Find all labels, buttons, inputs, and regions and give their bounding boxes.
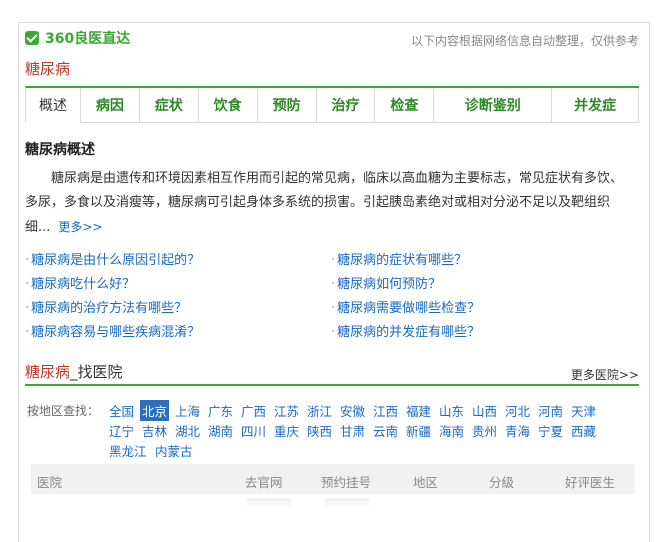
tab-item[interactable]: 检查 [375, 88, 435, 123]
region-link[interactable]: 黑龙江 [107, 440, 149, 461]
region-link[interactable]: 河南 [536, 400, 565, 421]
faq-link[interactable]: 糖尿病的症状有哪些？ [331, 249, 467, 268]
overview-title: 糖尿病概述 [25, 142, 95, 158]
region-link[interactable]: 辽宁 [107, 420, 136, 441]
divider [25, 384, 639, 386]
overview-text: 糖尿病是由遗传和环境因素相互作用而引起的常见病，临床以高血糖为主要标志，常见症状… [25, 167, 633, 240]
disease-card: 360良医直达 以下内容根据网络信息自动整理，仅供参考 糖尿病 概述 病因 症状 饮食… [18, 22, 650, 542]
faq-link[interactable]: 糖尿病的治疗方法有哪些？ [25, 297, 187, 316]
region-link[interactable]: 湖北 [173, 420, 202, 441]
tab-item[interactable]: 并发症 [552, 88, 640, 123]
faq-link[interactable]: 糖尿病的并发症有哪些？ [331, 321, 480, 340]
tab-item[interactable]: 诊断鉴别 [434, 88, 553, 123]
table-column-header: 预约挂号 [321, 475, 372, 490]
region-link[interactable]: 北京 [140, 400, 170, 421]
check-icon [25, 31, 39, 45]
region-link[interactable]: 浙江 [305, 400, 334, 421]
disclaimer-text: 以下内容根据网络信息自动整理，仅供参考 [410, 34, 639, 48]
tab-item[interactable]: 症状 [139, 88, 199, 123]
table-column-header: 分级 [489, 475, 515, 490]
table-column-header: 医院 [37, 475, 63, 490]
region-link[interactable]: 西藏 [569, 420, 598, 441]
region-link[interactable]: 山东 [437, 400, 466, 421]
faq-link[interactable]: 糖尿病容易与哪些疾病混淆？ [25, 321, 200, 340]
region-link[interactable]: 重庆 [272, 420, 301, 441]
region-link[interactable]: 安徽 [338, 400, 367, 421]
faq-link[interactable]: 糖尿病吃什么好？ [25, 273, 135, 292]
brand[interactable]: 360良医直达 [25, 28, 130, 48]
table-column-header: 去官网 [245, 475, 283, 490]
tab-item[interactable]: 概述 [26, 88, 81, 123]
brand-label[interactable]: 360良医直达 [45, 28, 130, 48]
region-link[interactable]: 云南 [371, 420, 400, 441]
tab-bar: 概述 病因 症状 饮食 预防 治疗 检查 诊断鉴别 并发症 [25, 86, 640, 123]
region-label: 按地区查找： [27, 404, 100, 418]
region-link[interactable]: 广东 [206, 400, 235, 421]
region-link[interactable]: 天津 [569, 400, 598, 421]
region-link[interactable]: 湖南 [206, 420, 235, 441]
region-link[interactable]: 全国 [107, 400, 136, 421]
region-link[interactable]: 四川 [239, 420, 268, 441]
region-link[interactable]: 宁夏 [536, 420, 565, 441]
card-header: 360良医直达 以下内容根据网络信息自动整理，仅供参考 [25, 28, 639, 50]
table-row-stub [247, 499, 291, 506]
table-column-header: 地区 [413, 475, 439, 490]
table-row-stub [325, 499, 369, 506]
faq-link[interactable]: 糖尿病是由什么原因引起的？ [25, 249, 200, 268]
tab-item[interactable]: 预防 [257, 88, 317, 123]
region-link[interactable]: 河北 [503, 400, 532, 421]
disease-title: 糖尿病 [25, 60, 71, 78]
hospital-section-title: 糖尿病_找医院 [25, 361, 123, 382]
region-link[interactable]: 陕西 [305, 420, 334, 441]
overview-body: 糖尿病是由遗传和环境因素相互作用而引起的常见病，临床以高血糖为主要标志，常见症状… [25, 171, 624, 235]
more-link[interactable]: 更多>> [58, 220, 102, 234]
region-link[interactable]: 广西 [239, 400, 268, 421]
region-link[interactable]: 山西 [470, 400, 499, 421]
region-link[interactable]: 江西 [371, 400, 400, 421]
hospital-title-disease[interactable]: 糖尿病 [25, 363, 70, 381]
region-link[interactable]: 新疆 [404, 420, 433, 441]
region-link[interactable]: 上海 [173, 400, 202, 421]
hospital-table-header: 医院 去官网 预约挂号 地区 分级 好评医生 [31, 464, 635, 494]
more-hospitals-link[interactable]: 更多医院>> [571, 366, 639, 383]
region-link[interactable]: 海南 [437, 420, 466, 441]
region-link[interactable]: 内蒙古 [153, 440, 195, 461]
tab-item[interactable]: 治疗 [316, 88, 376, 123]
region-link[interactable]: 福建 [404, 400, 433, 421]
faq-link[interactable]: 糖尿病需要做哪些检查？ [331, 297, 480, 316]
faq-link[interactable]: 糖尿病如何预防？ [331, 273, 441, 292]
region-link[interactable]: 贵州 [470, 420, 499, 441]
hospital-title-suffix: _找医院 [70, 363, 123, 381]
table-column-header: 好评医生 [565, 475, 616, 490]
region-link[interactable]: 甘肃 [338, 420, 367, 441]
region-link[interactable]: 青海 [503, 420, 532, 441]
region-link[interactable]: 吉林 [140, 420, 169, 441]
tab-item[interactable]: 饮食 [198, 88, 258, 123]
tab-item[interactable]: 病因 [80, 88, 140, 123]
region-link[interactable]: 江苏 [272, 400, 301, 421]
